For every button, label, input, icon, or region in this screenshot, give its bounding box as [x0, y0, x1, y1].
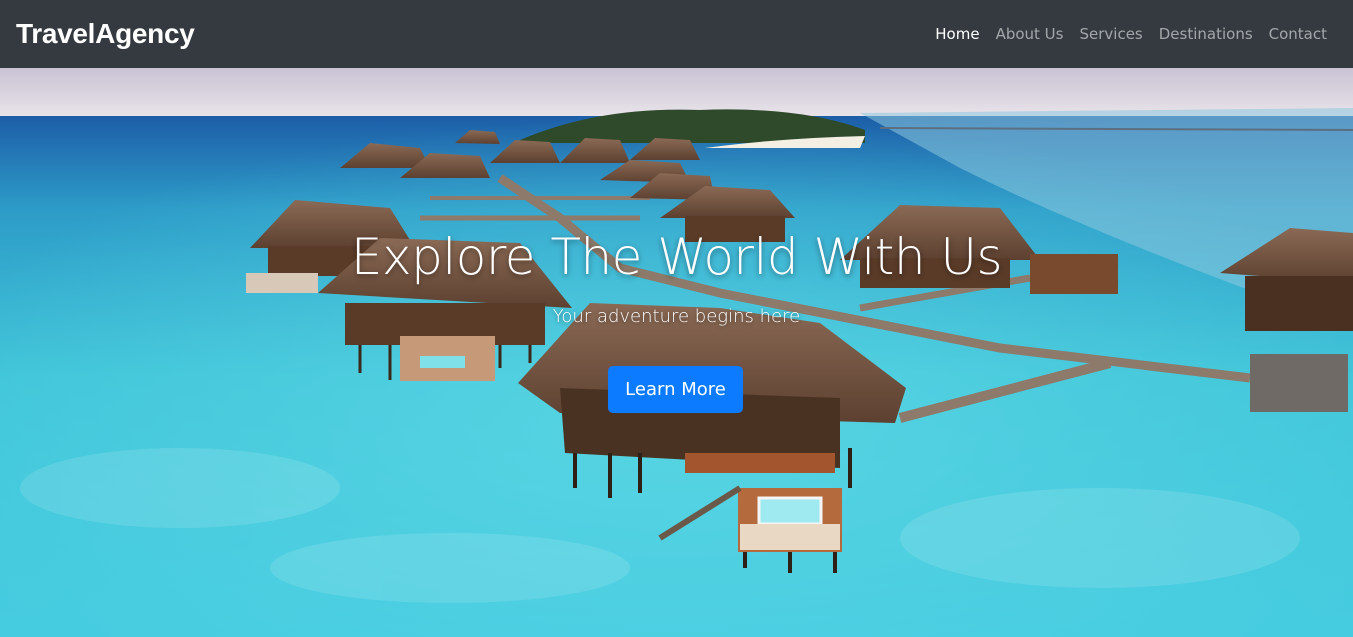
hero-title: Explore The World With Us — [350, 228, 1003, 286]
navbar: TravelAgency Home About Us Services Dest… — [0, 0, 1353, 68]
nav-link-about-us[interactable]: About Us — [996, 25, 1064, 43]
learn-more-button[interactable]: Learn More — [608, 366, 743, 413]
hero-subtitle: Your adventure begins here — [552, 306, 801, 327]
nav-link-home[interactable]: Home — [935, 25, 979, 43]
nav-link-services[interactable]: Services — [1079, 25, 1142, 43]
brand-logo[interactable]: TravelAgency — [16, 18, 195, 50]
nav-link-destinations[interactable]: Destinations — [1159, 25, 1253, 43]
nav-links: Home About Us Services Destinations Cont… — [935, 25, 1327, 43]
hero-content: Explore The World With Us Your adventure… — [0, 68, 1353, 637]
nav-link-contact[interactable]: Contact — [1269, 25, 1327, 43]
hero-section: Explore The World With Us Your adventure… — [0, 68, 1353, 637]
